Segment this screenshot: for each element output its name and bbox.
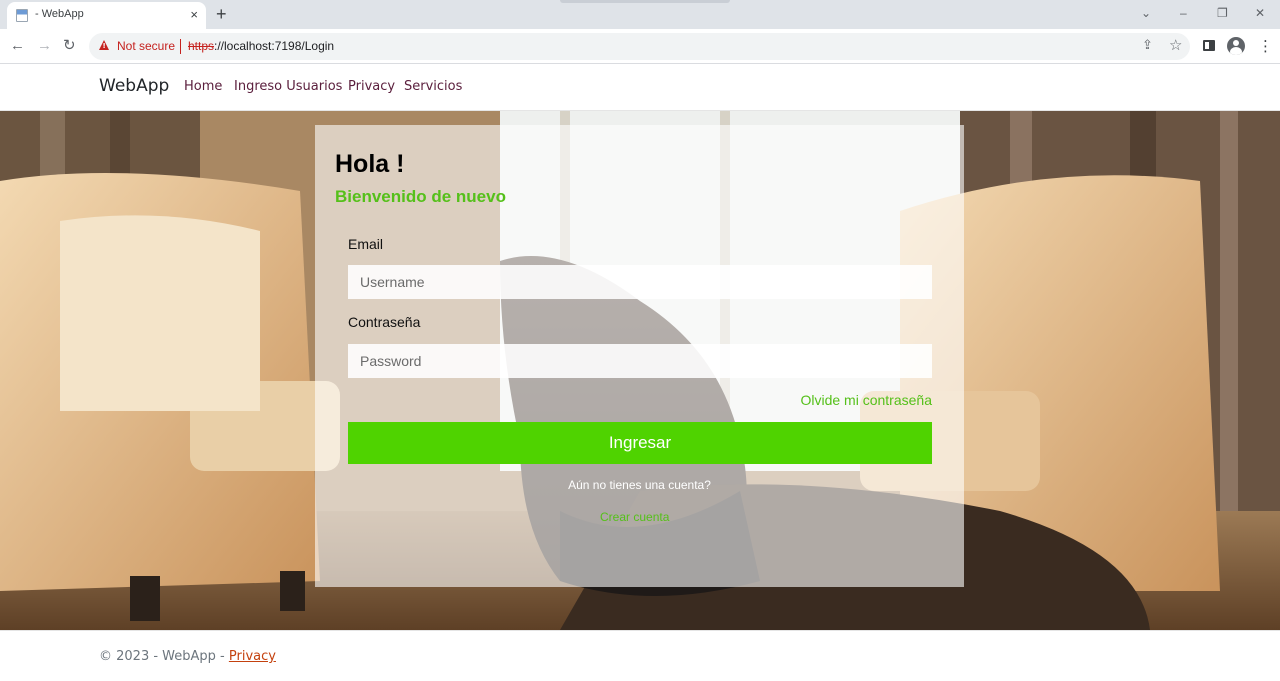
browser-tab-bar: - WebApp × + ⌄ – ❐ ✕ xyxy=(0,0,1280,29)
login-hero: Hola ! Bienvenido de nuevo Email Contras… xyxy=(0,111,1280,630)
address-bar[interactable]: ! Not secure https://localhost:7198/Logi… xyxy=(89,33,1190,60)
forgot-password-link[interactable]: Olvide mi contraseña xyxy=(800,392,932,408)
site-brand[interactable]: WebApp xyxy=(99,76,169,96)
warning-mark-icon: ! xyxy=(102,42,106,50)
footer-text: © 2023 - WebApp - Privacy xyxy=(99,649,276,664)
browser-toolbar: ← → ↻ ! Not secure https://localhost:719… xyxy=(0,29,1280,64)
create-account-link[interactable]: Crear cuenta xyxy=(600,510,669,524)
page-favicon-icon xyxy=(16,9,28,22)
nav-link-home[interactable]: Home xyxy=(184,79,222,94)
menu-icon[interactable]: ⋮ xyxy=(1258,38,1273,54)
tab-title: - WebApp xyxy=(35,8,84,20)
forward-button[interactable]: → xyxy=(37,38,52,54)
window-close-button[interactable]: ✕ xyxy=(1255,5,1265,21)
star-icon[interactable]: ☆ xyxy=(1169,38,1182,53)
login-card: Hola ! Bienvenido de nuevo Email Contras… xyxy=(315,125,964,587)
password-label: Contraseña xyxy=(348,314,421,330)
nav-link-ingreso-usuarios[interactable]: Ingreso Usuarios xyxy=(234,79,342,94)
browser-tab[interactable]: - WebApp × xyxy=(7,2,206,29)
login-heading: Hola ! xyxy=(335,150,405,178)
footer-privacy-link[interactable]: Privacy xyxy=(229,649,276,664)
email-field[interactable] xyxy=(348,265,932,299)
login-button[interactable]: Ingresar xyxy=(348,422,932,464)
email-label: Email xyxy=(348,236,384,252)
minimize-button[interactable]: – xyxy=(1180,5,1187,21)
nav-link-privacy[interactable]: Privacy xyxy=(348,79,395,94)
share-icon[interactable]: ⇪ xyxy=(1142,39,1153,53)
reload-button[interactable]: ↻ xyxy=(63,38,76,54)
tab-close-icon[interactable]: × xyxy=(190,7,198,23)
restore-button[interactable]: ❐ xyxy=(1217,5,1228,21)
url-text[interactable]: https://localhost:7198/Login xyxy=(188,39,334,53)
url-scheme: https xyxy=(188,39,215,53)
copyright-text: © 2023 - WebApp - xyxy=(99,649,229,664)
no-account-text: Aún no tienes una cuenta? xyxy=(568,478,711,492)
security-status[interactable]: Not secure xyxy=(117,39,175,53)
url-path: ://localhost:7198/Login xyxy=(214,39,335,53)
tab-search-icon[interactable]: ⌄ xyxy=(1141,5,1151,21)
new-tab-button[interactable]: + xyxy=(216,4,227,24)
side-panel-icon[interactable] xyxy=(1203,40,1215,51)
site-navbar: WebApp Home Ingreso Usuarios Privacy Ser… xyxy=(0,65,1280,111)
site-footer: © 2023 - WebApp - Privacy xyxy=(0,630,1280,681)
nav-link-servicios[interactable]: Servicios xyxy=(404,79,462,94)
address-separator xyxy=(180,39,181,54)
profile-icon[interactable] xyxy=(1227,37,1245,55)
tab-strip-handle xyxy=(560,0,730,3)
back-button[interactable]: ← xyxy=(10,38,25,54)
password-field[interactable] xyxy=(348,344,932,378)
login-subheading: Bienvenido de nuevo xyxy=(335,187,506,206)
